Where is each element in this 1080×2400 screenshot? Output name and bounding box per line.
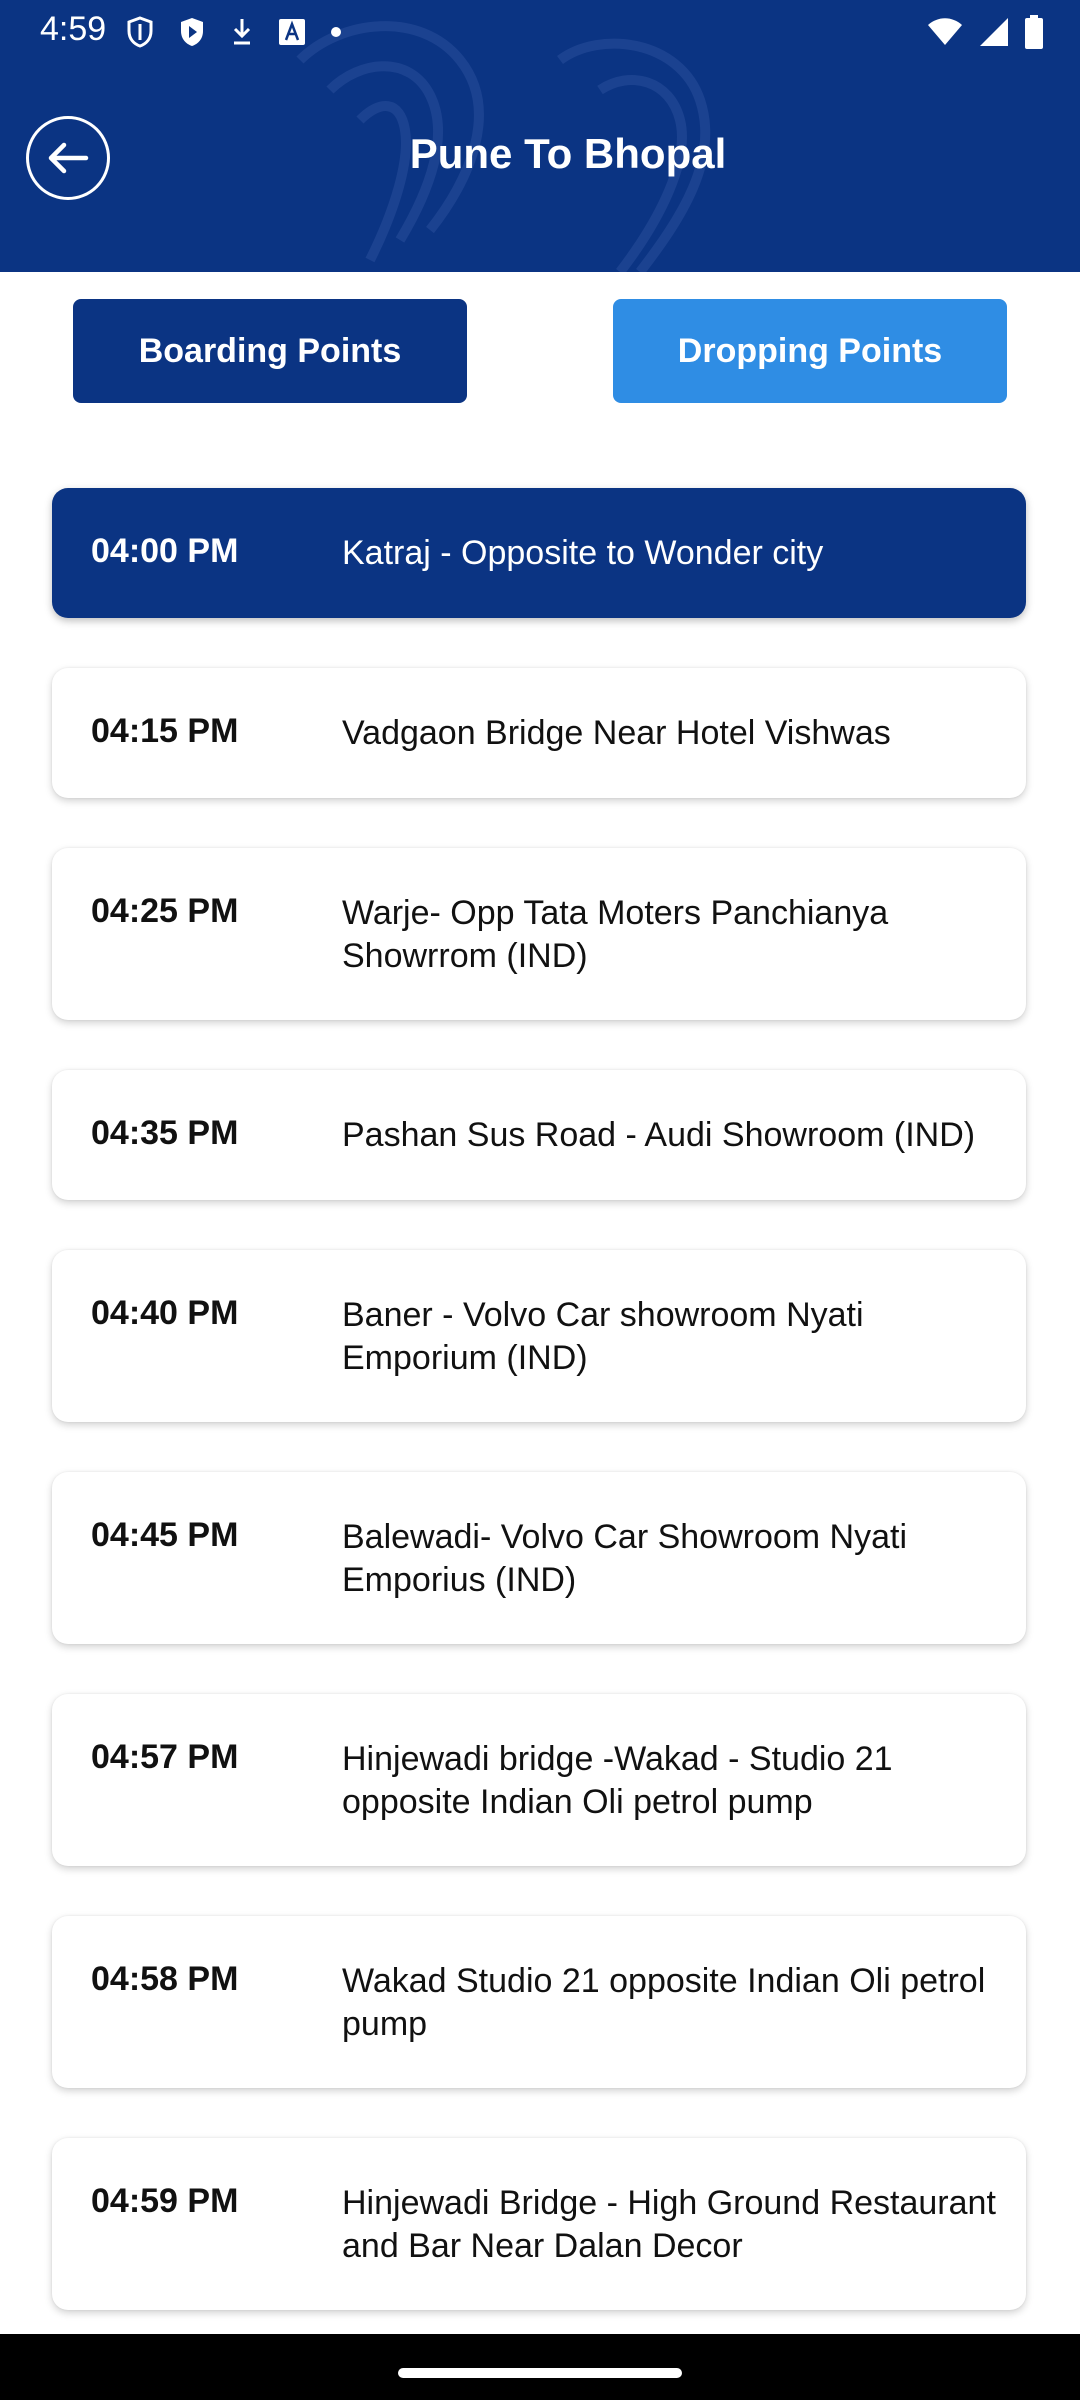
boarding-point-name: Pashan Sus Road - Audi Showroom (IND) (342, 1116, 976, 1154)
play-shield-icon (181, 18, 203, 46)
boarding-point-time: 04:35 PM (91, 1114, 239, 1152)
status-system-icons (926, 12, 1044, 52)
page-title: Pune To Bhopal (409, 130, 727, 177)
boarding-point-name: Wakad Studio 21 opposite Indian Oli petr… (342, 1962, 986, 2043)
tab-boarding-points[interactable]: Boarding Points (73, 299, 467, 403)
boarding-point-time: 04:45 PM (91, 1516, 239, 1554)
boarding-point-item[interactable]: 04:15 PM Vadgaon Bridge Near Hotel Vishw… (52, 668, 1026, 798)
boarding-point-item[interactable]: 04:58 PM Wakad Studio 21 opposite Indian… (52, 1916, 1026, 2088)
boarding-point-list: 04:00 PM Katraj - Opposite to Wonder cit… (52, 488, 1026, 2360)
download-icon (233, 19, 251, 45)
system-navigation-bar (0, 2334, 1080, 2400)
boarding-point-item[interactable]: 04:35 PM Pashan Sus Road - Audi Showroom… (52, 1070, 1026, 1200)
boarding-point-item[interactable]: 04:00 PM Katraj - Opposite to Wonder cit… (52, 488, 1026, 618)
shield-icon (127, 16, 153, 48)
boarding-point-item[interactable]: 04:57 PM Hinjewadi bridge -Wakad - Studi… (52, 1694, 1026, 1866)
status-time: 4:59 (40, 10, 107, 48)
boarding-point-name: Hinjewadi bridge -Wakad - Studio 21 oppo… (342, 1740, 893, 1821)
boarding-point-time: 04:58 PM (91, 1960, 239, 1998)
boarding-point-time: 04:15 PM (91, 712, 239, 750)
boarding-point-item[interactable]: 04:59 PM Hinjewadi Bridge - High Ground … (52, 2138, 1026, 2310)
boarding-point-name: Vadgaon Bridge Near Hotel Vishwas (342, 714, 891, 752)
text-a-icon (279, 19, 305, 45)
boarding-point-item[interactable]: 04:25 PM Warje- Opp Tata Moters Panchian… (52, 848, 1026, 1020)
boarding-point-item[interactable]: 04:40 PM Baner - Volvo Car showroom Nyat… (52, 1250, 1026, 1422)
boarding-point-item[interactable]: 04:45 PM Balewadi- Volvo Car Showroom Ny… (52, 1472, 1026, 1644)
dot-icon (331, 27, 341, 37)
status-notification-icons (126, 14, 342, 50)
tab-dropping-points[interactable]: Dropping Points (613, 299, 1007, 403)
wifi-icon (928, 18, 962, 45)
boarding-point-time: 04:25 PM (91, 892, 239, 930)
status-bar: 4:59 (0, 0, 1080, 62)
boarding-point-name: Baner - Volvo Car showroom Nyati Emporiu… (342, 1296, 864, 1377)
home-gesture-handle[interactable] (398, 2368, 682, 2378)
boarding-point-name: Hinjewadi Bridge - High Ground Restauran… (342, 2184, 996, 2265)
boarding-point-name: Balewadi- Volvo Car Showroom Nyati Empor… (342, 1518, 908, 1599)
boarding-point-name: Warje- Opp Tata Moters Panchianya Showrr… (342, 894, 889, 975)
boarding-point-time: 04:40 PM (91, 1294, 239, 1332)
boarding-point-name: Katraj - Opposite to Wonder city (342, 534, 824, 572)
boarding-point-time: 04:00 PM (91, 532, 239, 570)
boarding-point-time: 04:59 PM (91, 2182, 239, 2220)
boarding-point-time: 04:57 PM (91, 1738, 239, 1776)
signal-icon (980, 18, 1008, 46)
battery-icon (1025, 15, 1043, 49)
app-header: 4:59 Pune To Bhopal (0, 0, 1080, 272)
